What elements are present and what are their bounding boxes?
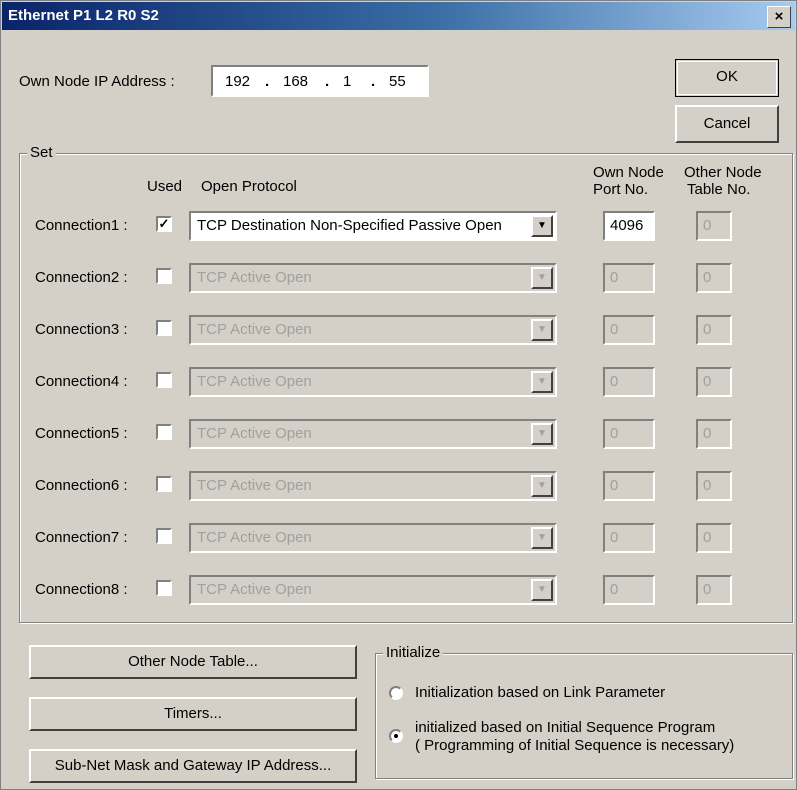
own-node-port-input[interactable]: 0 xyxy=(603,471,655,501)
connection-label: Connection1 : xyxy=(35,217,128,234)
connection-label: Connection3 : xyxy=(35,321,128,338)
connection-label: Connection2 : xyxy=(35,269,128,286)
open-protocol-value: TCP Active Open xyxy=(197,477,312,494)
ip-separator: . xyxy=(371,73,376,90)
init-link-parameter-label[interactable]: Initialization based on Link Parameter xyxy=(415,684,665,701)
ip-octet-1[interactable]: 192 xyxy=(225,73,250,90)
subnet-gateway-button[interactable]: Sub-Net Mask and Gateway IP Address... xyxy=(29,749,357,783)
dropdown-arrow-icon[interactable]: ▼ xyxy=(531,527,553,549)
open-protocol-select[interactable]: TCP Active Open ▼ xyxy=(189,575,557,605)
open-protocol-value: TCP Active Open xyxy=(197,269,312,286)
ip-octet-2[interactable]: 168 xyxy=(283,73,308,90)
other-node-table-input[interactable]: 0 xyxy=(696,575,732,605)
open-protocol-select[interactable]: TCP Active Open ▼ xyxy=(189,523,557,553)
open-protocol-value: TCP Active Open xyxy=(197,529,312,546)
other-node-table-button[interactable]: Other Node Table... xyxy=(29,645,357,679)
used-header: Used xyxy=(147,178,183,195)
close-button[interactable]: × xyxy=(767,6,791,28)
init-link-parameter-radio[interactable] xyxy=(389,686,403,700)
own-node-port-input[interactable]: 0 xyxy=(603,315,655,345)
initialize-group-title: Initialize xyxy=(383,644,444,661)
ok-button[interactable]: OK xyxy=(675,59,779,97)
radio-selected-dot xyxy=(394,734,398,738)
open-protocol-value: TCP Active Open xyxy=(197,321,312,338)
connection-label: Connection5 : xyxy=(35,425,128,442)
init-sequence-program-radio[interactable] xyxy=(389,729,403,743)
other-node-table-input[interactable]: 0 xyxy=(696,263,732,293)
dropdown-arrow-icon[interactable]: ▼ xyxy=(531,579,553,601)
open-protocol-value: TCP Active Open xyxy=(197,373,312,390)
init-sequence-program-label[interactable]: initialized based on Initial Sequence Pr… xyxy=(415,719,715,736)
window-title: Ethernet P1 L2 R0 S2 xyxy=(8,7,159,24)
open-protocol-select[interactable]: TCP Active Open ▼ xyxy=(189,315,557,345)
ethernet-dialog: Ethernet P1 L2 R0 S2 × Own Node IP Addre… xyxy=(0,0,797,790)
dropdown-arrow-icon[interactable]: ▼ xyxy=(531,215,553,237)
connection-used-checkbox[interactable] xyxy=(156,372,172,388)
connection-used-checkbox[interactable] xyxy=(156,320,172,336)
title-bar: Ethernet P1 L2 R0 S2 × xyxy=(2,2,795,30)
dropdown-arrow-icon[interactable]: ▼ xyxy=(531,475,553,497)
connection-used-checkbox[interactable] xyxy=(156,528,172,544)
other-node-table-input[interactable]: 0 xyxy=(696,471,732,501)
own-node-port-header-2: Port No. xyxy=(593,181,649,198)
ip-separator: . xyxy=(325,73,330,90)
own-node-port-header-1: Own Node xyxy=(593,164,664,181)
own-node-port-input[interactable]: 0 xyxy=(603,263,655,293)
open-protocol-select[interactable]: TCP Active Open ▼ xyxy=(189,367,557,397)
connection-label: Connection6 : xyxy=(35,477,128,494)
ip-address-field[interactable]: 192 . 168 . 1 . 55 xyxy=(211,65,429,97)
open-protocol-select[interactable]: TCP Active Open ▼ xyxy=(189,419,557,449)
other-node-table-header-1: Other Node xyxy=(684,164,762,181)
ip-separator: . xyxy=(265,73,270,90)
dropdown-arrow-icon[interactable]: ▼ xyxy=(531,267,553,289)
own-node-port-input[interactable]: 0 xyxy=(603,523,655,553)
set-group-title: Set xyxy=(27,144,56,161)
own-node-port-input[interactable]: 4096 xyxy=(603,211,655,241)
other-node-table-input[interactable]: 0 xyxy=(696,419,732,449)
own-node-port-input[interactable]: 0 xyxy=(603,575,655,605)
connection-used-checkbox[interactable] xyxy=(156,268,172,284)
other-node-table-input[interactable]: 0 xyxy=(696,523,732,553)
open-protocol-value: TCP Active Open xyxy=(197,581,312,598)
cancel-button[interactable]: Cancel xyxy=(675,105,779,143)
open-protocol-value: TCP Destination Non-Specified Passive Op… xyxy=(197,217,502,234)
own-node-port-input[interactable]: 0 xyxy=(603,367,655,397)
timers-button[interactable]: Timers... xyxy=(29,697,357,731)
open-protocol-select[interactable]: TCP Destination Non-Specified Passive Op… xyxy=(189,211,557,241)
connection-label: Connection7 : xyxy=(35,529,128,546)
ip-octet-4[interactable]: 55 xyxy=(389,73,406,90)
open-protocol-header: Open Protocol xyxy=(201,178,297,195)
open-protocol-select[interactable]: TCP Active Open ▼ xyxy=(189,263,557,293)
dropdown-arrow-icon[interactable]: ▼ xyxy=(531,371,553,393)
connection-used-checkbox[interactable] xyxy=(156,424,172,440)
initialize-group xyxy=(375,653,793,779)
other-node-table-input[interactable]: 0 xyxy=(696,367,732,397)
own-node-port-input[interactable]: 0 xyxy=(603,419,655,449)
connection-used-checkbox[interactable]: ✓ xyxy=(156,216,172,232)
connection-used-checkbox[interactable] xyxy=(156,580,172,596)
open-protocol-select[interactable]: TCP Active Open ▼ xyxy=(189,471,557,501)
connection-label: Connection4 : xyxy=(35,373,128,390)
dropdown-arrow-icon[interactable]: ▼ xyxy=(531,319,553,341)
other-node-table-input[interactable]: 0 xyxy=(696,315,732,345)
other-node-table-input[interactable]: 0 xyxy=(696,211,732,241)
other-node-table-header-2: Table No. xyxy=(687,181,751,198)
connection-label: Connection8 : xyxy=(35,581,128,598)
connection-used-checkbox[interactable] xyxy=(156,476,172,492)
ip-octet-3[interactable]: 1 xyxy=(343,73,351,90)
open-protocol-value: TCP Active Open xyxy=(197,425,312,442)
dropdown-arrow-icon[interactable]: ▼ xyxy=(531,423,553,445)
ip-address-label: Own Node IP Address : xyxy=(19,73,175,90)
init-sequence-note: ( Programming of Initial Sequence is nec… xyxy=(415,737,735,754)
